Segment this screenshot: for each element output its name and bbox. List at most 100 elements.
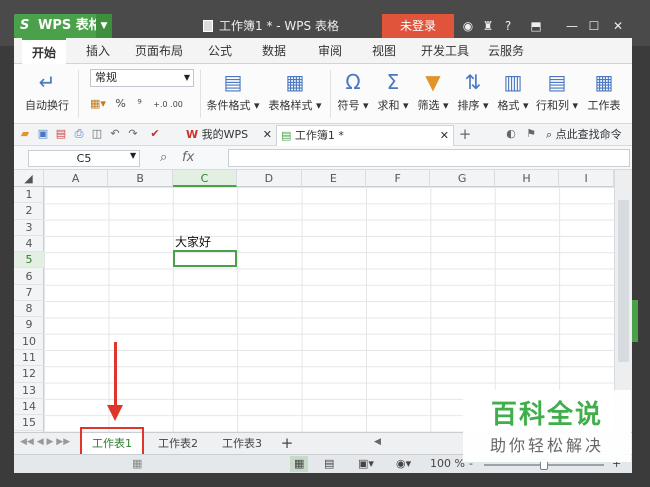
active-cell-c5[interactable] [173, 250, 237, 267]
zoom-search-icon[interactable]: ⌕ [160, 150, 167, 165]
formula-input[interactable] [228, 149, 630, 167]
row-header[interactable]: 11 [14, 350, 44, 367]
col-header-b[interactable]: B [108, 170, 173, 187]
percent-button[interactable]: % [115, 97, 125, 110]
row-header[interactable]: 4 [14, 236, 44, 253]
divider [200, 70, 201, 118]
row-header[interactable]: 1 [14, 187, 44, 204]
normal-view-icon[interactable]: ▦ [290, 456, 309, 472]
open-folder-icon[interactable]: ▰ [18, 127, 32, 141]
redo-icon[interactable]: ↷ [126, 127, 140, 141]
side-panel-toggle[interactable] [632, 300, 638, 342]
sum-button[interactable]: Σ 求和 ▾ [374, 66, 412, 122]
increase-decimal-button[interactable]: +.0 .00 [153, 100, 183, 109]
maximize-button[interactable]: ☐ [584, 14, 604, 38]
tab-formula[interactable]: 公式 [202, 38, 238, 64]
flag-icon[interactable]: ⚑ [524, 127, 538, 141]
tab-my-wps[interactable]: W 我的WPS ✕ [182, 125, 272, 146]
conditional-format-button[interactable]: ▤ 条件格式 ▾ [204, 66, 262, 122]
rows-columns-button[interactable]: ▤ 行和列 ▾ [534, 66, 580, 122]
cell-c4[interactable]: 大家好 [175, 234, 211, 250]
column-header-bar: ◢ A B C D E F G H I [14, 170, 614, 187]
row-header[interactable]: 3 [14, 220, 44, 236]
col-header-c[interactable]: C [172, 170, 238, 187]
col-header-d[interactable]: D [237, 170, 302, 187]
help-button[interactable]: ? [498, 14, 518, 38]
command-search[interactable]: ⌕ 点此查找命令 [542, 125, 632, 146]
name-box[interactable]: C5 [28, 150, 140, 167]
shirt-icon[interactable]: ♜ [478, 14, 498, 38]
print-preview-icon[interactable]: ◫ [90, 127, 104, 141]
customize-icon[interactable]: ✔ [148, 127, 162, 141]
tab-cloud[interactable]: 云服务 [482, 38, 530, 64]
tab-view[interactable]: 视图 [366, 38, 402, 64]
row-header[interactable]: 6 [14, 269, 44, 285]
app-menu-button[interactable]: S WPS 表格 ▼ [14, 14, 112, 38]
tab-data[interactable]: 数据 [256, 38, 292, 64]
login-button[interactable]: 未登录 [382, 14, 454, 38]
row-header[interactable]: 15 [14, 415, 44, 432]
chevron-down-icon[interactable]: ▼ [130, 151, 136, 160]
wrap-text-button[interactable]: ↵ 自动换行 [24, 66, 70, 122]
tab-developer[interactable]: 开发工具 [418, 38, 472, 64]
close-tab-icon[interactable]: ✕ [440, 126, 449, 146]
theme-icon[interactable]: ◐ [504, 127, 518, 141]
worksheet-label: 工作表 [587, 99, 621, 112]
format-button[interactable]: ▥ 格式 ▾ [494, 66, 532, 122]
tab-insert[interactable]: 插入 [80, 38, 116, 64]
sheet-tab-2[interactable]: 工作表2 [148, 433, 208, 454]
sort-button[interactable]: ⇅ 排序 ▾ [454, 66, 492, 122]
save-icon[interactable]: ▣ [36, 127, 50, 141]
hscroll-left-icon[interactable]: ◀ [374, 437, 381, 447]
currency-icon[interactable]: ▦▾ [90, 97, 106, 110]
row-header[interactable]: 7 [14, 285, 44, 302]
sheet-nav-arrows-icon[interactable]: ◀◀ ◀ ▶ ▶▶ [20, 437, 70, 447]
pdf-icon[interactable]: ▤ [54, 127, 68, 141]
row-header[interactable]: 9 [14, 317, 44, 334]
sheet-tab-3[interactable]: 工作表3 [212, 433, 272, 454]
col-header-h[interactable]: H [495, 170, 560, 187]
tab-review[interactable]: 审阅 [312, 38, 348, 64]
close-tab-icon[interactable]: ✕ [263, 125, 272, 145]
tab-workbook1[interactable]: ▤ 工作簿1 * ✕ [276, 125, 454, 146]
macro-icon[interactable]: ▦ [132, 456, 142, 472]
row-header[interactable]: 10 [14, 334, 44, 350]
symbol-button[interactable]: Ω 符号 ▾ [334, 66, 372, 122]
zoom-level[interactable]: 100 % [430, 456, 465, 472]
col-header-e[interactable]: E [302, 170, 366, 187]
number-format-select[interactable]: 常规 ▼ [90, 69, 194, 87]
new-tab-icon[interactable]: + [458, 127, 472, 142]
skin-icon[interactable]: ◉ [458, 14, 478, 38]
page-layout-view-icon[interactable]: ▣▾ [358, 456, 374, 472]
scrollbar-thumb[interactable] [618, 200, 629, 362]
close-button[interactable]: ✕ [608, 14, 628, 38]
row-header[interactable]: 14 [14, 399, 44, 416]
worksheet-button[interactable]: ▦ 工作表 [584, 66, 624, 122]
comma-button[interactable]: ⁹ [137, 97, 141, 110]
restore-layout-icon[interactable]: ⬒ [526, 14, 546, 38]
select-all-corner[interactable]: ◢ [14, 170, 44, 187]
ribbon-toolbar: ↵ 自动换行 常规 ▼ ▦▾ % ⁹ +.0 .00 ▤ 条件格式 ▾ ▦ 表格样式 ▾… [14, 64, 632, 124]
format-label: 格式 ▾ [497, 99, 529, 112]
tab-home[interactable]: 开始 [22, 38, 66, 64]
undo-icon[interactable]: ↶ [108, 127, 122, 141]
fx-icon[interactable]: fx [182, 150, 194, 165]
row-header[interactable]: 5 [14, 252, 44, 269]
filter-label: 筛选 ▾ [417, 99, 449, 112]
row-header[interactable]: 2 [14, 203, 44, 220]
filter-button[interactable]: ▼ 筛选 ▾ [414, 66, 452, 122]
col-header-i[interactable]: I [559, 170, 614, 187]
col-header-a[interactable]: A [44, 170, 109, 187]
page-break-view-icon[interactable]: ▤ [324, 456, 334, 472]
minimize-button[interactable]: — [562, 14, 582, 38]
add-sheet-button[interactable]: + [276, 433, 298, 454]
row-header[interactable]: 13 [14, 383, 44, 399]
col-header-f[interactable]: F [366, 170, 431, 187]
table-style-button[interactable]: ▦ 表格样式 ▾ [266, 66, 324, 122]
col-header-g[interactable]: G [430, 170, 495, 187]
reading-mode-icon[interactable]: ◉▾ [396, 456, 411, 472]
row-header[interactable]: 8 [14, 301, 44, 318]
tab-page-layout[interactable]: 页面布局 [132, 38, 186, 64]
row-header[interactable]: 12 [14, 366, 44, 383]
print-icon[interactable]: ⎙ [72, 127, 86, 141]
